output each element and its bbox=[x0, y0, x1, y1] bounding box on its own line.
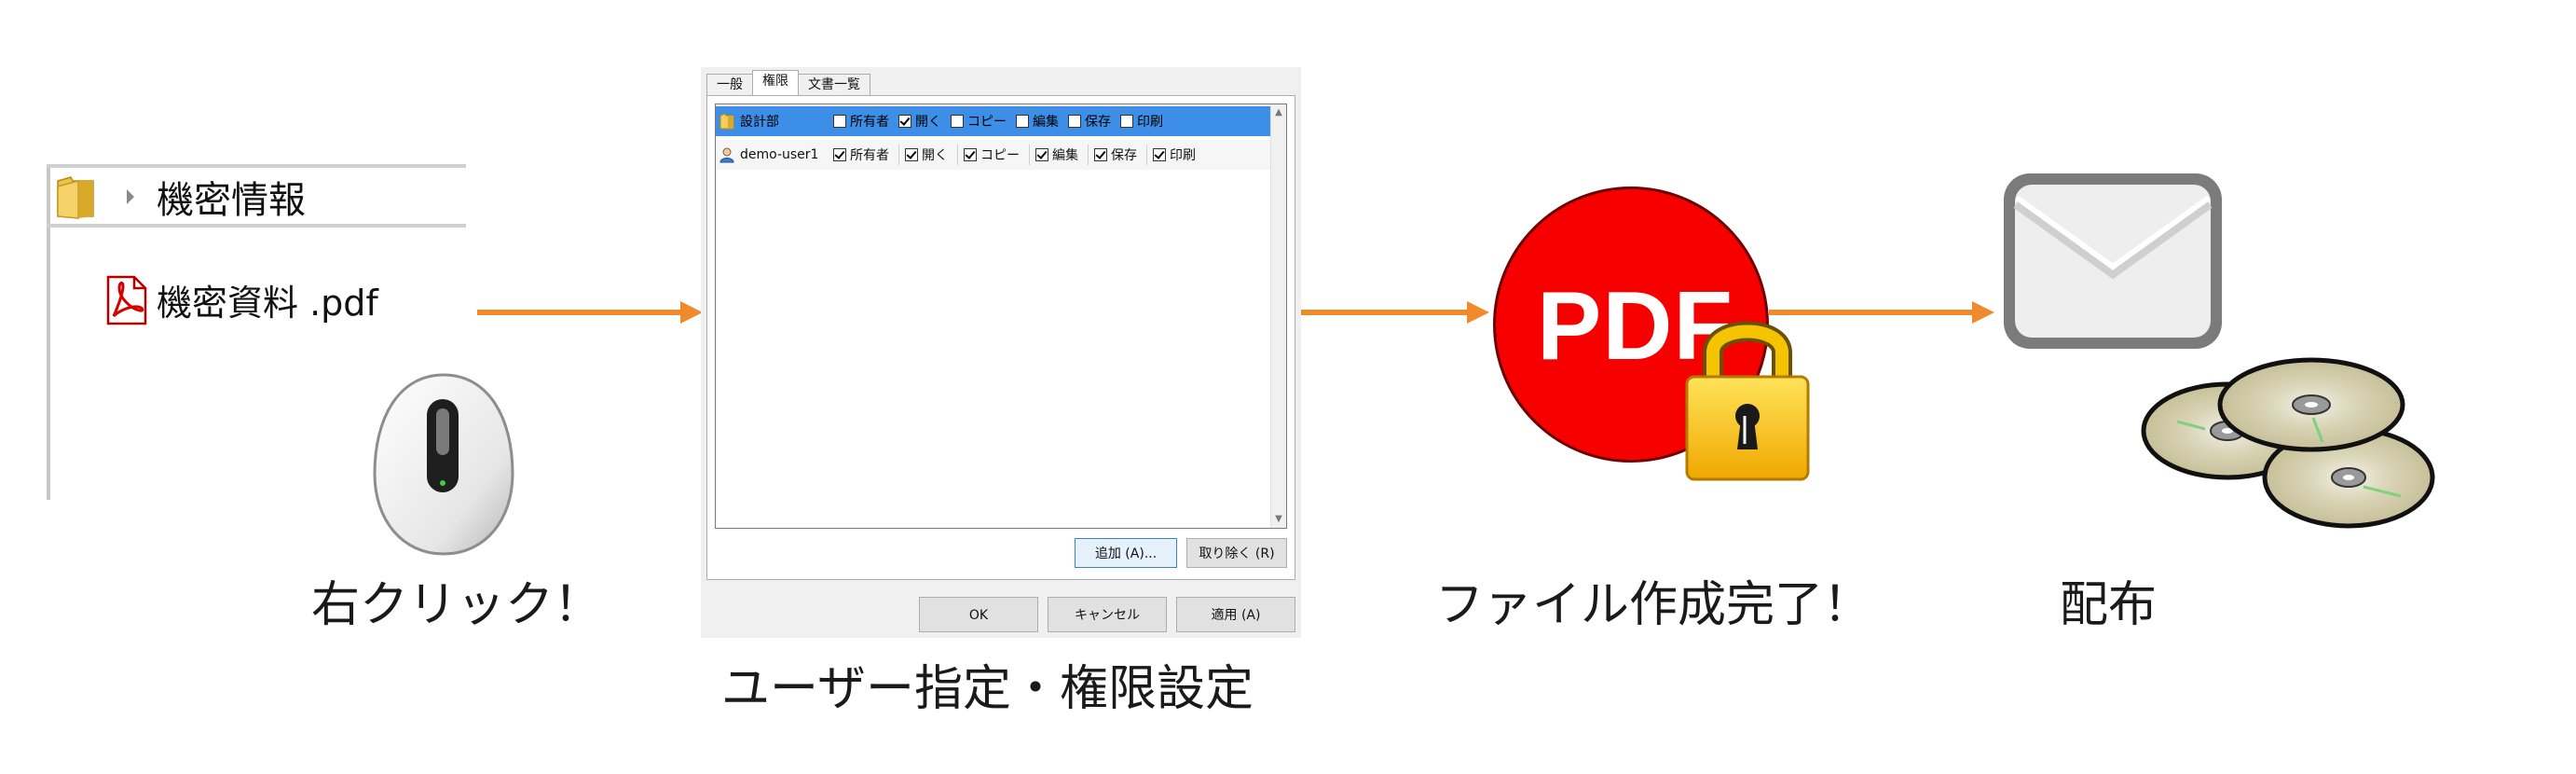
dialog-tabs: 一般 権限 文書一覧 bbox=[706, 70, 870, 95]
checkbox-label: 印刷 bbox=[1170, 148, 1196, 163]
owner-checkbox[interactable]: 所有者 bbox=[833, 112, 889, 131]
column-divider bbox=[898, 145, 899, 165]
copy-checkbox[interactable]: コピー bbox=[964, 145, 1020, 164]
step1-caption: 右クリック！ bbox=[311, 577, 603, 633]
checkbox-label: 編集 bbox=[1052, 148, 1078, 163]
checkbox-label: コピー bbox=[967, 115, 1007, 130]
step4-caption: 配布 bbox=[2060, 577, 2158, 633]
pdf-file-label: 機密資料 .pdf bbox=[157, 283, 378, 324]
print-checkbox[interactable]: 印刷 bbox=[1120, 112, 1163, 131]
column-divider bbox=[1146, 145, 1147, 165]
checkbox-label: 保存 bbox=[1111, 148, 1137, 163]
folder-label: 機密情報 bbox=[157, 179, 306, 222]
row-name: demo-user1 bbox=[740, 147, 819, 162]
checkbox-label: 印刷 bbox=[1137, 115, 1163, 130]
expand-arrow-icon[interactable] bbox=[125, 187, 136, 206]
open-checkbox[interactable]: 開く bbox=[898, 112, 941, 131]
step3-caption: ファイル作成完了！ bbox=[1435, 577, 1872, 633]
mouse-icon bbox=[373, 373, 514, 556]
column-divider bbox=[1088, 145, 1089, 165]
copy-checkbox[interactable]: コピー bbox=[951, 112, 1007, 131]
column-divider bbox=[957, 145, 958, 165]
folder-icon bbox=[57, 176, 94, 219]
checkbox-label: 所有者 bbox=[850, 148, 889, 163]
scroll-down-icon[interactable]: ▼ bbox=[1274, 515, 1283, 524]
flow-arrow-1 bbox=[477, 301, 703, 324]
pdf-file-item[interactable]: 機密資料 .pdf bbox=[103, 274, 378, 325]
owner-checkbox[interactable]: 所有者 bbox=[833, 145, 889, 164]
save-checkbox[interactable]: 保存 bbox=[1094, 145, 1137, 164]
tab-general[interactable]: 一般 bbox=[706, 74, 753, 95]
pdf-file-icon bbox=[106, 275, 147, 325]
folder-row[interactable]: 機密情報 bbox=[56, 172, 306, 222]
flow-arrow-2 bbox=[1301, 301, 1489, 324]
list-scrollbar[interactable]: ▲ ▼ bbox=[1270, 104, 1286, 528]
tab-document-list[interactable]: 文書一覧 bbox=[798, 74, 870, 95]
checkbox-label: 開く bbox=[915, 115, 941, 130]
permission-dialog: 一般 権限 文書一覧 設計部 所有者 開く コピー 編集 保存 印刷 demo-… bbox=[701, 67, 1301, 638]
checkbox-label: 保存 bbox=[1085, 115, 1111, 130]
user-icon bbox=[719, 147, 734, 163]
save-checkbox[interactable]: 保存 bbox=[1068, 112, 1111, 131]
print-checkbox[interactable]: 印刷 bbox=[1153, 145, 1196, 164]
scroll-up-icon[interactable]: ▲ bbox=[1274, 108, 1283, 117]
checkbox-label: コピー bbox=[980, 148, 1020, 163]
checkbox-label: 編集 bbox=[1033, 115, 1059, 130]
cancel-button[interactable]: キャンセル bbox=[1048, 597, 1167, 632]
tab-permissions[interactable]: 権限 bbox=[752, 70, 799, 95]
edit-checkbox[interactable]: 編集 bbox=[1035, 145, 1078, 164]
permission-row-group[interactable]: 設計部 所有者 開く コピー 編集 保存 印刷 bbox=[716, 106, 1271, 136]
edit-checkbox[interactable]: 編集 bbox=[1016, 112, 1059, 131]
explorer-divider bbox=[47, 164, 466, 168]
explorer-border bbox=[47, 164, 50, 500]
add-button[interactable]: 追加 (A)... bbox=[1075, 538, 1177, 568]
checkbox-label: 開く bbox=[922, 148, 948, 163]
open-checkbox[interactable]: 開く bbox=[905, 145, 948, 164]
apply-button[interactable]: 適用 (A) bbox=[1176, 597, 1295, 632]
mail-icon bbox=[2004, 173, 2222, 349]
disc-stack-icon bbox=[2141, 357, 2435, 529]
lock-icon bbox=[1685, 321, 1810, 481]
ok-button[interactable]: OK bbox=[919, 597, 1038, 632]
folder-icon bbox=[719, 113, 734, 130]
tab-panel: 設計部 所有者 開く コピー 編集 保存 印刷 demo-user1 所有者 開… bbox=[706, 95, 1295, 580]
step2-caption: ユーザー指定・権限設定 bbox=[721, 661, 1254, 717]
explorer-divider bbox=[47, 224, 466, 228]
permission-row-user[interactable]: demo-user1 所有者 開く コピー 編集 保存 印刷 bbox=[716, 140, 1271, 170]
row-name: 設計部 bbox=[740, 115, 779, 130]
column-divider bbox=[1029, 145, 1030, 165]
checkbox-label: 所有者 bbox=[850, 115, 889, 130]
remove-button[interactable]: 取り除く (R) bbox=[1186, 538, 1287, 568]
permission-list[interactable]: 設計部 所有者 開く コピー 編集 保存 印刷 demo-user1 所有者 開… bbox=[715, 104, 1287, 529]
